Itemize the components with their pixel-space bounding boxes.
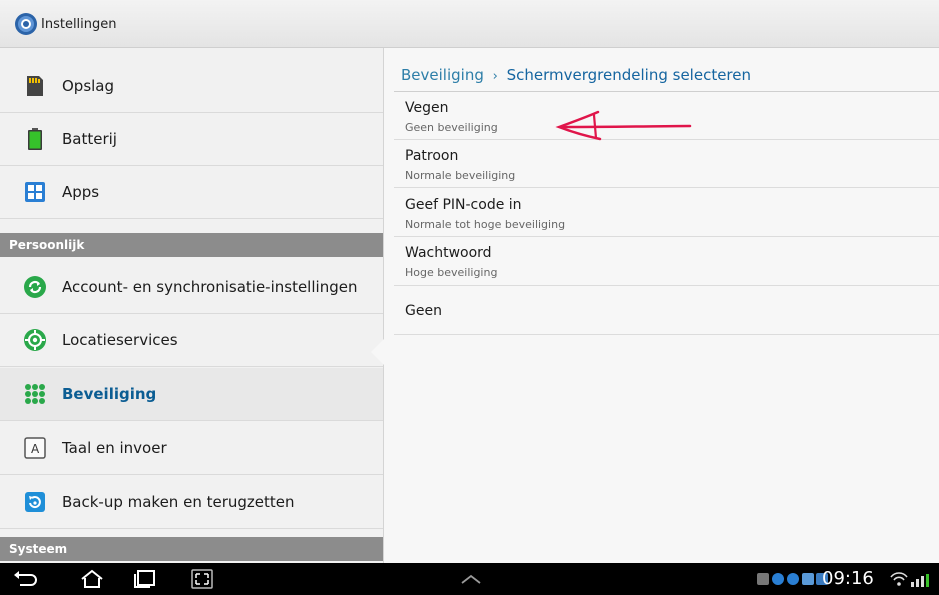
security-dots-icon (25, 384, 45, 404)
lock-option-wachtwoord[interactable]: Wachtwoord Hoge beveiliging (394, 237, 939, 286)
option-subtitle: Geen beveiliging (405, 121, 498, 134)
option-title: Geef PIN-code in (405, 197, 522, 213)
keyboard-a-icon: A (24, 437, 46, 459)
sidebar-item-account-sync[interactable]: Account- en synchronisatie-instellingen (0, 261, 383, 314)
screenshot-capture-icon[interactable] (190, 569, 216, 589)
sync-icon (24, 276, 46, 298)
sidebar-item-label: Beveiliging (62, 385, 157, 403)
settings-gear-icon[interactable] (14, 12, 38, 36)
lock-option-patroon[interactable]: Patroon Normale beveiliging (394, 140, 939, 188)
sidebar-item-opslag[interactable]: Opslag (0, 60, 383, 113)
notification-icon (802, 573, 814, 585)
partial-list-item (0, 48, 383, 60)
recent-apps-icon[interactable] (132, 569, 158, 589)
option-subtitle: Normale beveiliging (405, 169, 516, 182)
option-title: Wachtwoord (405, 245, 492, 261)
title-bar: Instellingen (0, 0, 939, 48)
sidebar-item-label: Taal en invoer (62, 439, 167, 457)
storage-sd-icon (27, 76, 43, 96)
status-clock: 09:16 (822, 568, 874, 589)
apps-grid-icon (25, 182, 45, 202)
sidebar-item-label: Opslag (62, 77, 115, 95)
backup-restore-icon (25, 492, 45, 512)
sidebar-item-label: Back-up maken en terugzetten (62, 493, 295, 511)
breadcrumb-separator: › (492, 69, 498, 84)
lock-option-pin[interactable]: Geef PIN-code in Normale tot hoge beveil… (394, 188, 939, 237)
system-nav-bar: 09:16 (0, 563, 939, 595)
sidebar-item-security[interactable]: Beveiliging (0, 368, 383, 421)
section-header-system: Systeem (0, 537, 383, 561)
selection-pointer (371, 338, 385, 366)
back-icon[interactable] (12, 569, 38, 589)
option-subtitle: Hoge beveiliging (405, 266, 498, 279)
notification-icon (787, 573, 799, 585)
sidebar-item-location[interactable]: Locatieservices (0, 314, 383, 367)
option-title: Geen (405, 303, 442, 319)
sidebar-item-label: Batterij (62, 130, 117, 148)
location-target-icon (24, 329, 46, 351)
sidebar-item-label: Locatieservices (62, 331, 178, 349)
svg-text:A: A (31, 442, 40, 456)
breadcrumb: Beveiliging › Schermvergrendeling select… (401, 66, 751, 84)
app-title: Instellingen (41, 17, 117, 32)
sidebar-item-label: Account- en synchronisatie-instellingen (62, 278, 358, 296)
section-header-personal: Persoonlijk (0, 233, 383, 257)
option-title: Vegen (405, 100, 449, 116)
breadcrumb-current: Schermvergrendeling selecteren (506, 66, 751, 84)
sidebar-item-backup[interactable]: Back-up maken en terugzetten (0, 476, 383, 529)
notification-icon (757, 573, 769, 585)
breadcrumb-parent[interactable]: Beveiliging (401, 66, 484, 84)
annotation-arrow-icon (555, 110, 692, 141)
battery-icon (28, 128, 42, 150)
sidebar-item-apps[interactable]: Apps (0, 166, 383, 219)
lock-option-geen[interactable]: Geen (394, 286, 939, 335)
sidebar-item-label: Apps (62, 183, 100, 201)
settings-sidebar: Opslag Batterij Apps Persoonlijk Account… (0, 48, 384, 563)
sidebar-item-language-input[interactable]: A Taal en invoer (0, 422, 383, 475)
option-title: Patroon (405, 148, 459, 164)
wifi-signal-icon (890, 572, 929, 587)
option-subtitle: Normale tot hoge beveiliging (405, 218, 566, 231)
chevron-up-icon[interactable] (458, 569, 484, 589)
home-icon[interactable] (79, 569, 105, 589)
sidebar-item-batterij[interactable]: Batterij (0, 113, 383, 166)
notification-icon (772, 573, 784, 585)
